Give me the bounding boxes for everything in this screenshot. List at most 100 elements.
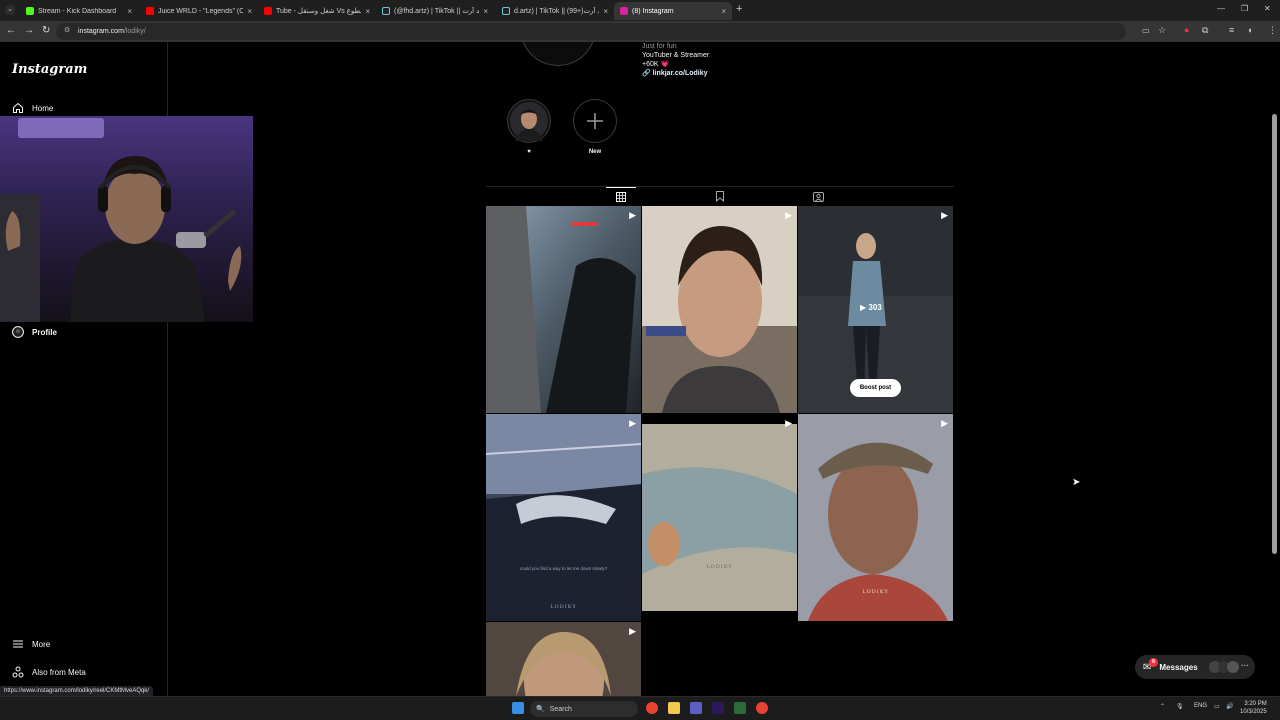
nav-meta-label: Also from Meta	[32, 667, 86, 677]
extensions-puzzle-icon[interactable]: ⧉	[1202, 25, 1208, 36]
close-window-button[interactable]: ✕	[1264, 4, 1271, 13]
webcam-overlay	[0, 116, 253, 322]
close-tab-icon[interactable]: ×	[247, 7, 252, 16]
tab-tagged[interactable]	[803, 187, 833, 206]
post-tile[interactable]: could you find a way to let me down slow…	[486, 414, 641, 621]
close-tab-icon[interactable]: ×	[365, 7, 370, 16]
browser-menu-icon[interactable]: ⋮	[1268, 25, 1277, 36]
tab-search-button[interactable]: ⌄	[5, 5, 15, 15]
tab-title: Stream - Kick Dashboard	[38, 7, 117, 15]
close-tab-icon[interactable]: ×	[483, 7, 488, 16]
tray-chevron-icon[interactable]: ⌃	[1160, 703, 1165, 710]
post-tile[interactable]: ▶	[486, 206, 641, 413]
address-bar[interactable]: ⚙ instagram.com/lodiky/ ▭ ☆	[56, 23, 1166, 40]
play-count-value: 303	[868, 303, 882, 312]
mouse-cursor-icon: ➤	[1072, 477, 1081, 488]
tab-title: (8) Instagram	[632, 7, 674, 15]
chrome-icon[interactable]	[646, 702, 658, 714]
tiktok-icon	[382, 7, 390, 15]
cast-icon[interactable]: ▭	[1142, 26, 1150, 35]
close-tab-icon[interactable]: ×	[721, 7, 726, 16]
tab-youtube-2[interactable]: Tube - شغل وسنقل Vs ملطوع ×	[258, 2, 376, 20]
bio-line: YouTuber & Streamer	[642, 52, 710, 59]
profile-picture[interactable]	[520, 42, 596, 66]
post-tile[interactable]: ▶	[486, 622, 641, 696]
tab-strip-icon[interactable]: ≡	[1229, 25, 1234, 35]
nav-also-from-meta[interactable]: Also from Meta	[12, 666, 86, 678]
grid-icon	[616, 192, 626, 202]
profile-tabs	[486, 186, 954, 206]
post-thumbnail-portrait	[642, 206, 797, 413]
profile-bio: Just for fun YouTuber & Streamer +60K 💗 …	[642, 42, 709, 78]
search-placeholder: Search	[549, 705, 572, 713]
bookmark-star-icon[interactable]: ☆	[1158, 25, 1166, 36]
reel-icon: ▶	[629, 210, 636, 220]
post-thumbnail-gameplay	[486, 206, 641, 413]
close-tab-icon[interactable]: ×	[603, 7, 608, 16]
nav-profile[interactable]: Profile	[12, 326, 57, 338]
new-tab-button[interactable]: +	[736, 3, 742, 15]
highlight-label: New	[588, 149, 602, 155]
nav-more-label: More	[32, 639, 51, 649]
post-watermark: LODIKY	[706, 564, 733, 570]
post-watermark: LODIKY	[550, 604, 577, 610]
extension-icon[interactable]: ●	[1184, 25, 1189, 35]
premiere-icon[interactable]	[712, 702, 724, 714]
tab-tiktok-1[interactable]: (@fhd.artz) | TikTok || فهد آرت ×	[376, 2, 494, 20]
forward-arrow-icon[interactable]: →	[24, 25, 34, 37]
tab-saved[interactable]	[705, 187, 735, 206]
tab-youtube-juice[interactable]: Juice WRLD - "Legends" (Offici ×	[140, 2, 258, 20]
more-icon[interactable]: ···	[1241, 661, 1249, 670]
url-host: instagram.com	[78, 28, 124, 35]
site-info-icon[interactable]: ⚙	[64, 26, 70, 34]
tab-kick[interactable]: Stream - Kick Dashboard ×	[20, 2, 138, 20]
messages-button[interactable]: ✉ 8 Messages ···	[1135, 655, 1255, 679]
highlight-label: ♥	[527, 149, 531, 155]
unread-badge: 8	[1149, 657, 1158, 667]
language-indicator[interactable]: ENG	[1194, 703, 1207, 709]
microphone-icon[interactable]: 🎙	[1176, 703, 1184, 710]
play-count: ▶ 303	[860, 303, 882, 312]
profile-icon[interactable]: ◐	[1248, 25, 1253, 35]
back-arrow-icon[interactable]: ←	[6, 25, 16, 37]
boost-post-button[interactable]: Boost post	[850, 379, 901, 397]
new-highlight-button[interactable]: New	[573, 99, 617, 155]
plus-icon	[573, 99, 617, 143]
network-icon[interactable]: ▭	[1214, 703, 1220, 710]
app-icon[interactable]	[734, 702, 746, 714]
tab-instagram[interactable]: (8) Instagram ×	[614, 2, 732, 20]
youtube-icon	[146, 7, 154, 15]
instagram-logo[interactable]: Instagram	[12, 62, 87, 77]
kick-icon	[26, 7, 34, 15]
file-explorer-icon[interactable]	[668, 702, 680, 714]
bio-link[interactable]: 🔗 linkjar.co/Lodiky	[642, 69, 709, 78]
bio-line: +60K 💗	[642, 61, 670, 68]
menu-hamburger-icon	[12, 638, 24, 650]
restore-button[interactable]: ❐	[1241, 4, 1248, 13]
volume-icon[interactable]: 🔊	[1226, 703, 1233, 710]
reload-icon[interactable]: ↻	[42, 25, 50, 37]
minimize-button[interactable]: —	[1217, 4, 1225, 13]
tab-posts[interactable]	[606, 187, 636, 206]
reel-icon: ▶	[785, 418, 792, 428]
page-scrollbar[interactable]	[1272, 114, 1277, 554]
bio-link-text: linkjar.co/Lodiky	[652, 70, 708, 77]
taskbar-search[interactable]: 🔍 Search	[530, 701, 638, 717]
story-highlight[interactable]: ♥	[507, 99, 551, 155]
tab-tiktok-2[interactable]: d.artz) | TikTok || (99+)فهد آرت ×	[496, 2, 614, 20]
windows-start-icon[interactable]	[512, 702, 524, 714]
chrome-profile-icon[interactable]	[756, 702, 768, 714]
reel-icon: ▶	[941, 210, 948, 220]
post-thumbnail-blur	[642, 414, 797, 621]
post-tile[interactable]: ▶	[642, 206, 797, 413]
url-path: /lodiky/	[123, 28, 146, 35]
tab-title: Tube - شغل وسنقل Vs ملطوع	[276, 8, 361, 15]
system-clock[interactable]: 3:20 PM 10/3/2025	[1240, 700, 1267, 716]
teams-icon[interactable]	[690, 702, 702, 714]
post-tile[interactable]: LODIKY ▶	[642, 414, 797, 621]
close-tab-icon[interactable]: ×	[127, 7, 132, 16]
reel-icon: ▶	[629, 626, 636, 636]
nav-more[interactable]: More	[12, 638, 50, 650]
nav-home[interactable]: Home	[12, 102, 53, 114]
post-tile[interactable]: LODIKY ▶	[798, 414, 953, 621]
